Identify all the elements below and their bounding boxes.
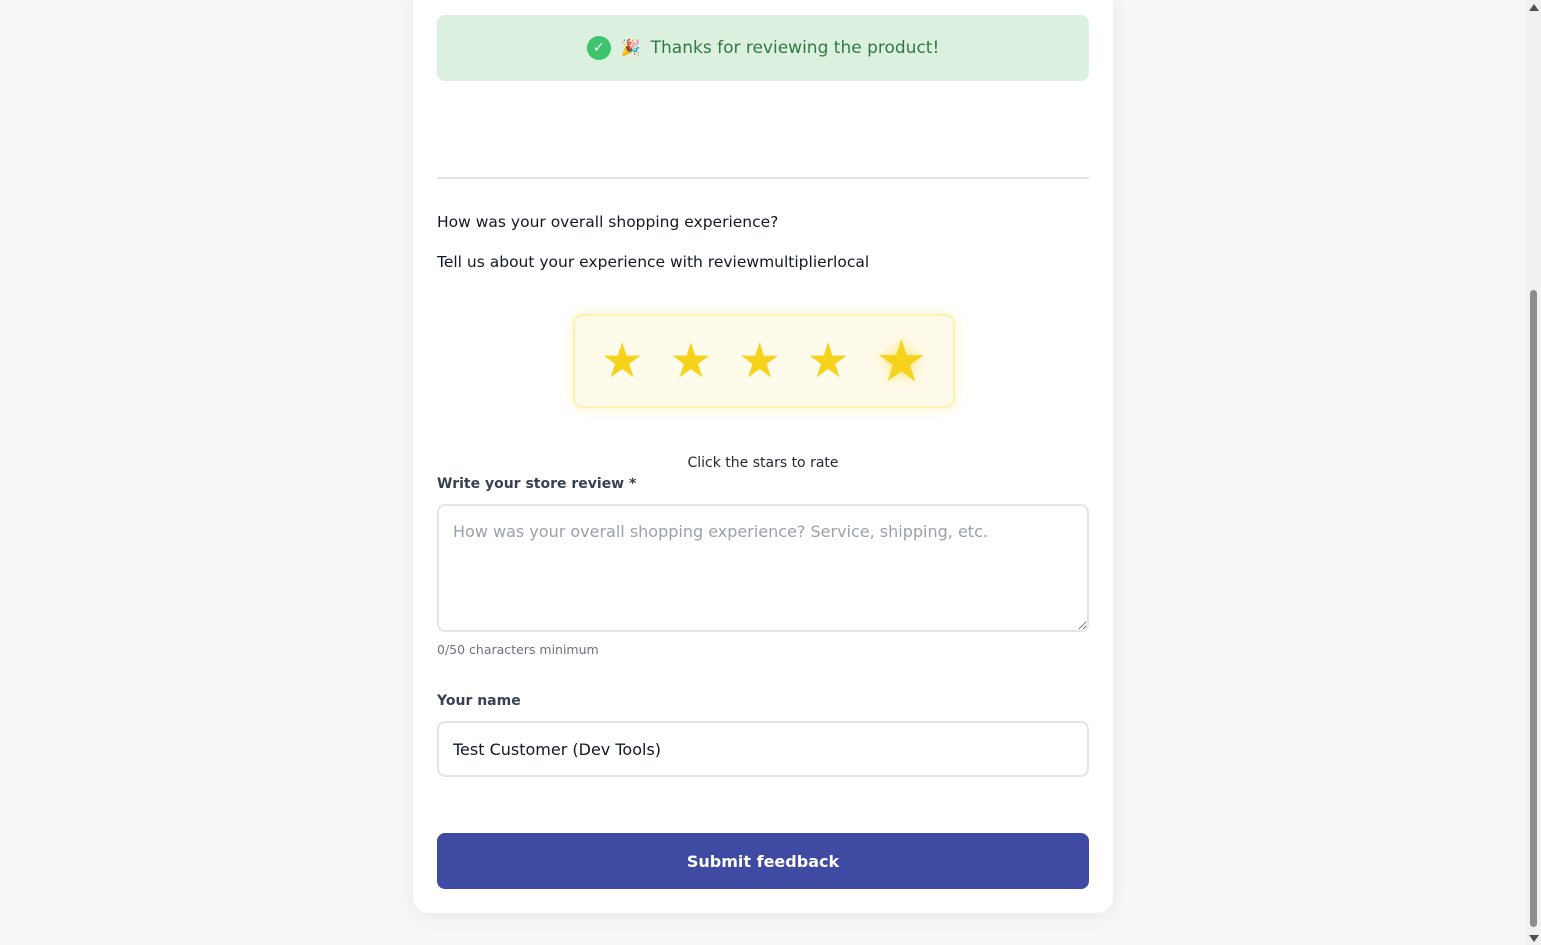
rating-hint: Click the stars to rate: [687, 455, 839, 471]
store-review-question: How was your overall shopping experience…: [437, 213, 779, 231]
name-input[interactable]: [437, 721, 1089, 777]
review-label: Write your store review *: [437, 476, 637, 492]
star-5-icon[interactable]: ★: [875, 332, 927, 390]
store-review-subtitle: Tell us about your experience with revie…: [437, 253, 870, 271]
success-message: Thanks for reviewing the product!: [650, 38, 940, 58]
star-rating: ★ ★ ★ ★ ★: [573, 314, 955, 408]
party-popper-icon: 🎉: [620, 38, 641, 57]
store-review-textarea[interactable]: [437, 504, 1089, 632]
check-circle-icon: ✓: [586, 36, 611, 60]
page-scrollbar[interactable]: [1526, 0, 1541, 945]
success-banner: ✓ 🎉 Thanks for reviewing the product!: [437, 15, 1089, 81]
scrollbar-thumb[interactable]: [1530, 290, 1537, 927]
star-4-icon[interactable]: ★: [807, 337, 850, 385]
name-label: Your name: [437, 693, 521, 709]
section-divider: [437, 177, 1089, 179]
character-counter: 0/50 characters minimum: [437, 642, 599, 657]
submit-feedback-button[interactable]: Submit feedback: [437, 833, 1089, 889]
star-1-icon[interactable]: ★: [601, 337, 644, 385]
scroll-up-arrow-icon[interactable]: [1529, 4, 1539, 11]
scroll-down-arrow-icon[interactable]: [1529, 935, 1539, 942]
star-3-icon[interactable]: ★: [738, 337, 781, 385]
star-2-icon[interactable]: ★: [669, 337, 712, 385]
